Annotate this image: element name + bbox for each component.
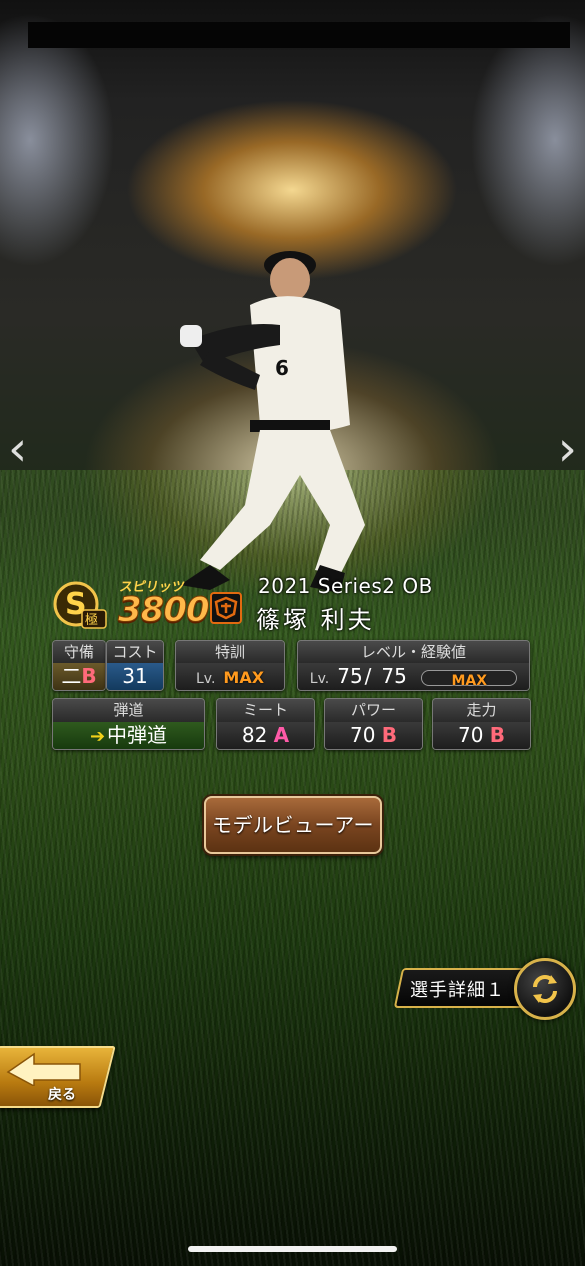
power-number: 70 xyxy=(349,723,376,747)
player-figure: 6 xyxy=(180,251,365,593)
trajectory-label: 弾道 xyxy=(53,699,204,722)
power-panel: パワー 70 B xyxy=(324,698,423,750)
training-label: 特訓 xyxy=(176,641,284,663)
power-label: パワー xyxy=(325,699,422,722)
spirits-value: 3800 xyxy=(118,590,211,631)
switch-arrows-icon xyxy=(533,975,557,1003)
speed-grade: B xyxy=(489,723,506,747)
trajectory-arrow-icon: ➔ xyxy=(89,726,106,747)
cost-panel: コスト 31 xyxy=(106,640,164,691)
training-panel: 特訓 Lv. MAX xyxy=(175,640,285,691)
level-current: 75 xyxy=(337,664,363,688)
back-label[interactable]: 戻る xyxy=(48,1084,76,1104)
card-header: S 極 スピリッツ 3800 2021 Series2 OB 篠塚 利夫 xyxy=(52,572,552,634)
level-lv-prefix: Lv. xyxy=(309,671,330,687)
training-lv-prefix: Lv. xyxy=(195,671,216,687)
player-detail-screen: 6 ‹ › S 極 スピリッツ 3800 2021 Series2 OB 篠塚 … xyxy=(0,0,585,1266)
model-viewer-button[interactable]: モデルビューアー xyxy=(204,796,382,854)
level-separator: / xyxy=(364,664,372,688)
cost-value: 31 xyxy=(107,663,163,690)
svg-text:極: 極 xyxy=(85,612,98,628)
position-name: 二 xyxy=(61,664,82,688)
trajectory-text: 中弾道 xyxy=(107,723,168,747)
position-panel: 守備 二B xyxy=(52,640,106,691)
training-value: Lv. MAX xyxy=(176,663,284,690)
level-value: Lv. 75/75 MAX xyxy=(298,663,529,690)
experience-bar-label: MAX xyxy=(451,672,488,689)
speed-label: 走力 xyxy=(433,699,530,722)
back-arrow-icon xyxy=(6,1052,81,1086)
player-detail-label[interactable]: 選手詳細１ xyxy=(410,976,505,1002)
player-name: 篠塚 利夫 xyxy=(256,606,375,634)
position-label: 守備 xyxy=(53,641,105,663)
meet-value: 82 A xyxy=(217,722,314,749)
power-grade: B xyxy=(381,723,398,747)
switch-detail-button[interactable] xyxy=(514,958,576,1020)
level-panel: レベル・経験値 Lv. 75/75 MAX xyxy=(297,640,530,691)
trajectory-value: ➔ 中弾道 xyxy=(53,722,204,749)
position-value: 二B xyxy=(53,663,105,690)
cost-label: コスト xyxy=(107,641,163,663)
home-indicator[interactable] xyxy=(188,1246,397,1252)
level-max: 75 xyxy=(381,664,407,688)
training-max: MAX xyxy=(223,668,265,687)
status-bar xyxy=(28,22,570,48)
speed-number: 70 xyxy=(457,723,484,747)
s-kiwami-rank-badge-icon: S 極 xyxy=(53,581,107,629)
power-value: 70 B xyxy=(325,722,422,749)
speed-panel: 走力 70 B xyxy=(432,698,531,750)
giants-logo-icon xyxy=(210,592,242,624)
position-grade: B xyxy=(81,664,97,688)
meet-label: ミート xyxy=(217,699,314,722)
meet-number: 82 xyxy=(241,723,268,747)
meet-panel: ミート 82 A xyxy=(216,698,315,750)
speed-value: 70 B xyxy=(433,722,530,749)
card-series: 2021 Series2 OB xyxy=(258,574,433,598)
meet-grade: A xyxy=(273,723,290,747)
next-player-arrow[interactable]: › xyxy=(558,425,577,473)
previous-player-arrow[interactable]: ‹ xyxy=(8,425,27,473)
trajectory-panel: 弾道 ➔ 中弾道 xyxy=(52,698,205,750)
level-label: レベル・経験値 xyxy=(298,641,529,663)
experience-bar: MAX xyxy=(421,669,518,689)
svg-text:6: 6 xyxy=(275,356,289,380)
